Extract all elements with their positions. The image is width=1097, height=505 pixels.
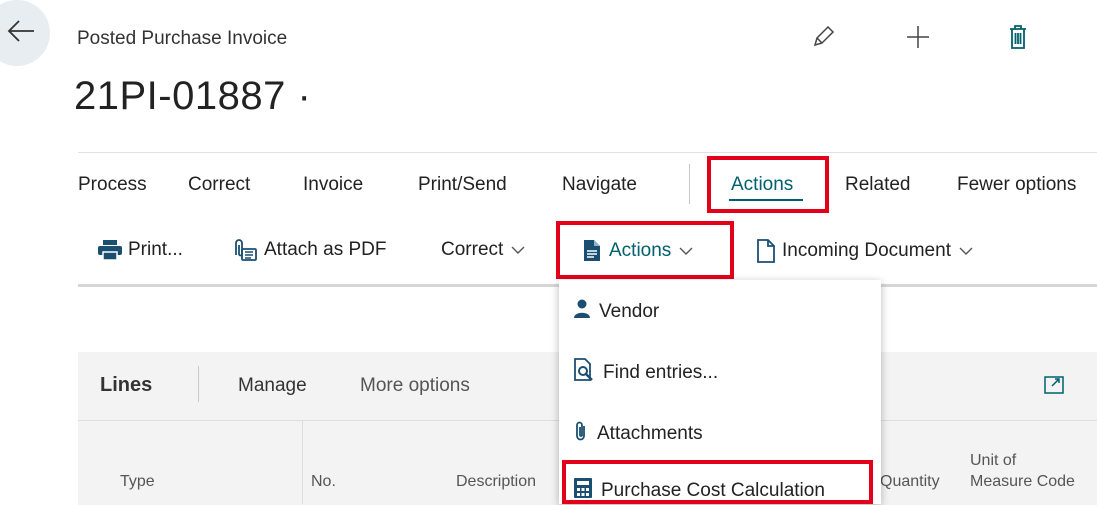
column-header-quantity[interactable]: Quantity xyxy=(880,471,940,492)
tab-related[interactable]: Related xyxy=(845,174,911,196)
document-icon xyxy=(756,239,776,263)
menu-item-vendor-label: Vendor xyxy=(599,301,660,322)
page-caption: Posted Purchase Invoice xyxy=(77,28,288,49)
column-header-uom-line1[interactable]: Unit of xyxy=(970,450,1016,471)
attach-as-pdf-label: Attach as PDF xyxy=(264,239,387,260)
lines-title: Lines xyxy=(100,374,153,396)
correct-label: Correct xyxy=(441,239,504,260)
tab-navigate[interactable]: Navigate xyxy=(562,174,637,196)
incoming-document-label: Incoming Document xyxy=(782,240,951,261)
menu-item-find-entries[interactable]: Find entries... xyxy=(573,358,718,388)
person-icon xyxy=(573,299,591,325)
attach-as-pdf-button[interactable]: Attach as PDF xyxy=(232,239,387,261)
incoming-document-dropdown[interactable]: Incoming Document xyxy=(756,239,973,263)
document-title: 21PI-01887 · xyxy=(74,74,312,118)
tab-print-send[interactable]: Print/Send xyxy=(418,174,507,196)
correct-dropdown[interactable]: Correct xyxy=(441,239,525,261)
menu-item-attachments-label: Attachments xyxy=(597,423,703,444)
new-plus-icon[interactable] xyxy=(903,22,933,52)
edit-pencil-icon[interactable] xyxy=(808,22,838,52)
divider xyxy=(78,152,1097,153)
find-entries-icon xyxy=(573,358,595,388)
tab-process[interactable]: Process xyxy=(78,174,147,196)
printer-icon xyxy=(98,240,122,260)
tab-correct[interactable]: Correct xyxy=(188,174,250,196)
menu-item-vendor[interactable]: Vendor xyxy=(573,299,659,325)
delete-trash-icon[interactable] xyxy=(1003,22,1033,52)
chevron-down-icon xyxy=(511,246,525,255)
column-header-no[interactable]: No. xyxy=(311,471,336,492)
column-header-type[interactable]: Type xyxy=(120,471,155,492)
lines-separator xyxy=(198,366,199,402)
expand-icon[interactable] xyxy=(1044,376,1064,399)
chevron-down-icon xyxy=(959,247,973,256)
lines-more-options[interactable]: More options xyxy=(360,375,470,397)
tab-separator xyxy=(689,164,690,204)
attach-pdf-icon xyxy=(232,239,258,261)
column-header-description[interactable]: Description xyxy=(456,471,536,492)
highlight-box-purchase-cost-calculation xyxy=(562,460,873,504)
back-arrow-icon[interactable] xyxy=(6,18,36,44)
highlight-box-actions-button xyxy=(556,221,734,279)
column-divider xyxy=(302,420,303,504)
print-button[interactable]: Print... xyxy=(98,239,183,261)
tab-fewer-options[interactable]: Fewer options xyxy=(957,174,1076,196)
print-label: Print... xyxy=(128,239,183,260)
column-header-uom-line2[interactable]: Measure Code xyxy=(970,471,1075,492)
menu-item-attachments[interactable]: Attachments xyxy=(573,420,703,448)
highlight-box-actions-tab xyxy=(707,156,829,213)
paperclip-icon xyxy=(573,420,589,448)
lines-manage-tab[interactable]: Manage xyxy=(238,375,307,397)
menu-item-find-entries-label: Find entries... xyxy=(603,362,719,383)
tab-invoice[interactable]: Invoice xyxy=(303,174,363,196)
